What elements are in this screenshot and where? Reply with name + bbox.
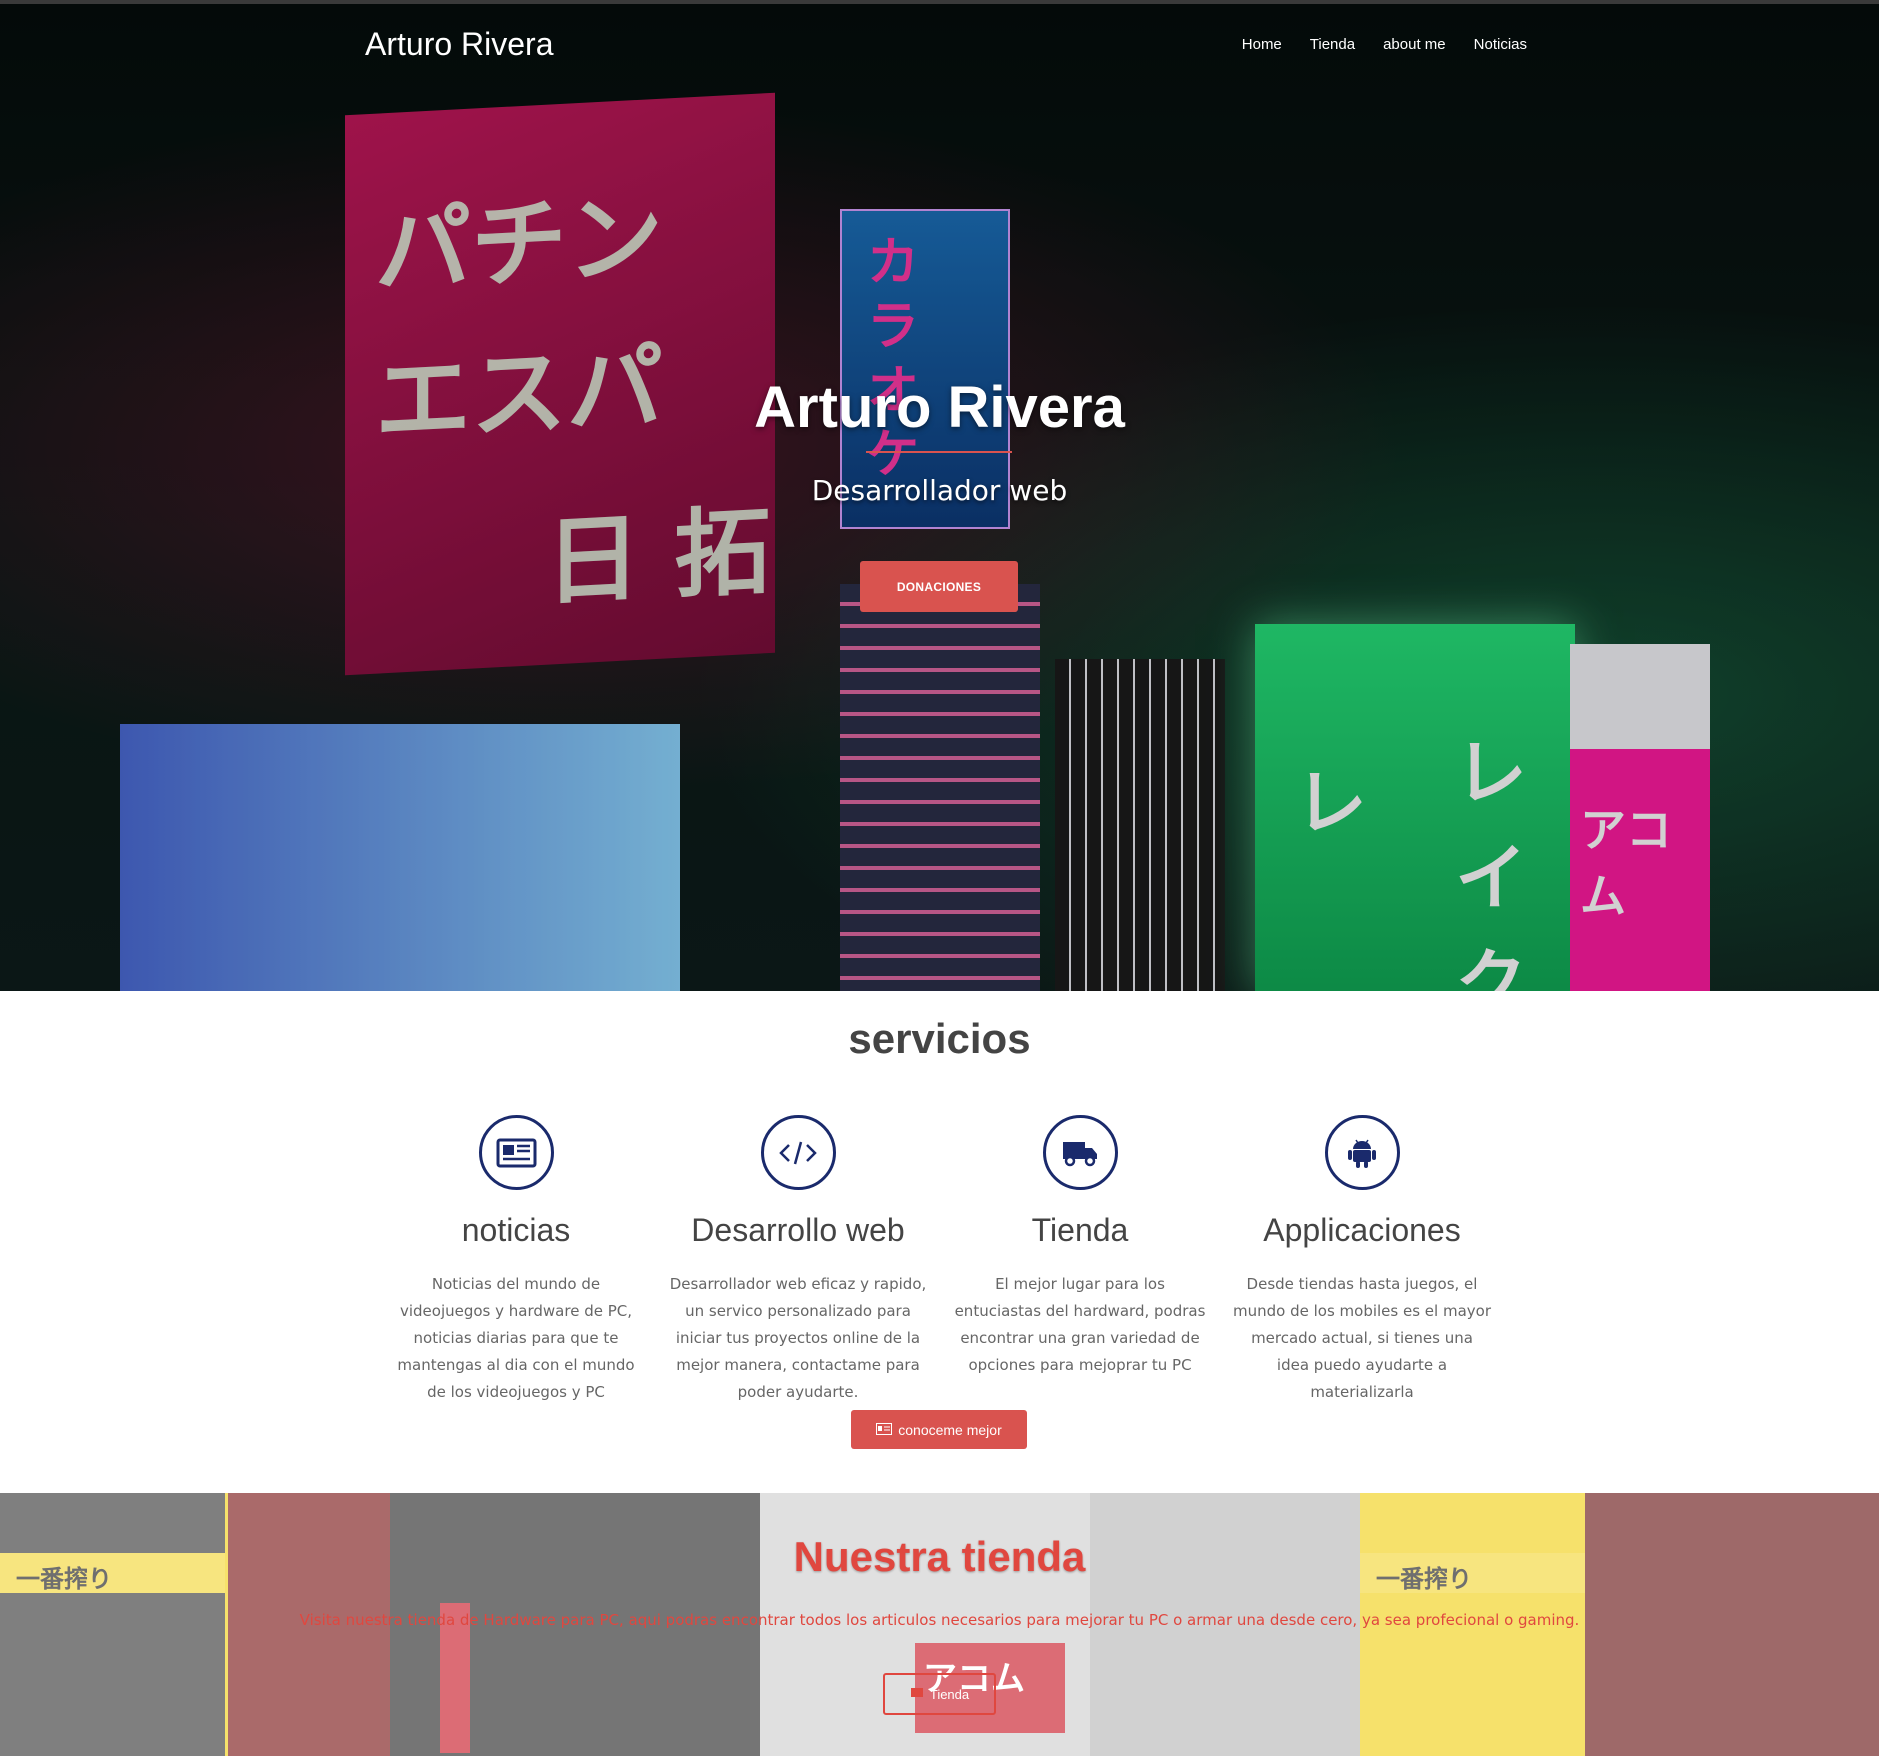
store-title: Nuestra tienda [793,1533,1086,1580]
store-button[interactable]: Tienda [883,1673,996,1715]
service-name: Tienda [1031,1212,1129,1248]
service-card-tienda: Tienda El mejor lugar para los entuciast… [945,1115,1215,1379]
id-card-icon [876,1422,893,1438]
service-description: El mejor lugar para los entuciastas del … [954,1275,1206,1374]
nav-noticias[interactable]: Noticias [1474,36,1527,53]
store-section: 一番搾り 一番搾り アコム Nuestra tienda Visita nues… [0,1493,1879,1756]
service-card-noticias: noticias Noticias del mundo de videojueg… [381,1115,651,1406]
donations-button[interactable]: DONACIONES [860,561,1018,612]
hero-divider [866,451,1012,453]
service-card-applicaciones: Applicaciones Desde tiendas hasta juegos… [1227,1115,1497,1406]
store-button-label: Tienda [929,1686,970,1702]
android-icon [1324,1115,1400,1190]
hero-section: パチン エスパ 日 拓 カラオケ レレイク アコム Arturo Rivera … [0,4,1879,991]
brand-logo[interactable]: Arturo Rivera [365,26,554,63]
shopping-cart-icon [910,1687,924,1702]
service-name: Desarrollo web [691,1212,905,1248]
truck-icon [1042,1115,1118,1190]
service-name: Applicaciones [1263,1212,1461,1248]
nav-about-me[interactable]: about me [1383,36,1446,53]
code-icon [760,1115,836,1190]
about-me-button[interactable]: conoceme mejor [851,1410,1027,1449]
nav-tienda[interactable]: Tienda [1310,36,1355,53]
about-me-label: conoceme mejor [898,1421,1002,1438]
service-description: Desarrollador web eficaz y rapido, un se… [669,1275,927,1401]
store-description: Visita nuestra tienda de Hardware para P… [299,1611,1580,1629]
hero-title: Arturo Rivera [754,375,1125,440]
newspaper-icon [478,1115,554,1190]
service-name: noticias [461,1212,571,1248]
nav-home[interactable]: Home [1242,36,1282,53]
service-description: Noticias del mundo de videojuegos y hard… [397,1275,635,1401]
services-title: servicios [848,1015,1031,1062]
main-nav: Home Tienda about me Noticias [1242,36,1527,53]
service-description: Desde tiendas hasta juegos, el mundo de … [1233,1275,1491,1401]
hero-subtitle: Desarrollador web [811,474,1068,507]
service-card-desarrollo-web: Desarrollo web Desarrollador web eficaz … [663,1115,933,1406]
